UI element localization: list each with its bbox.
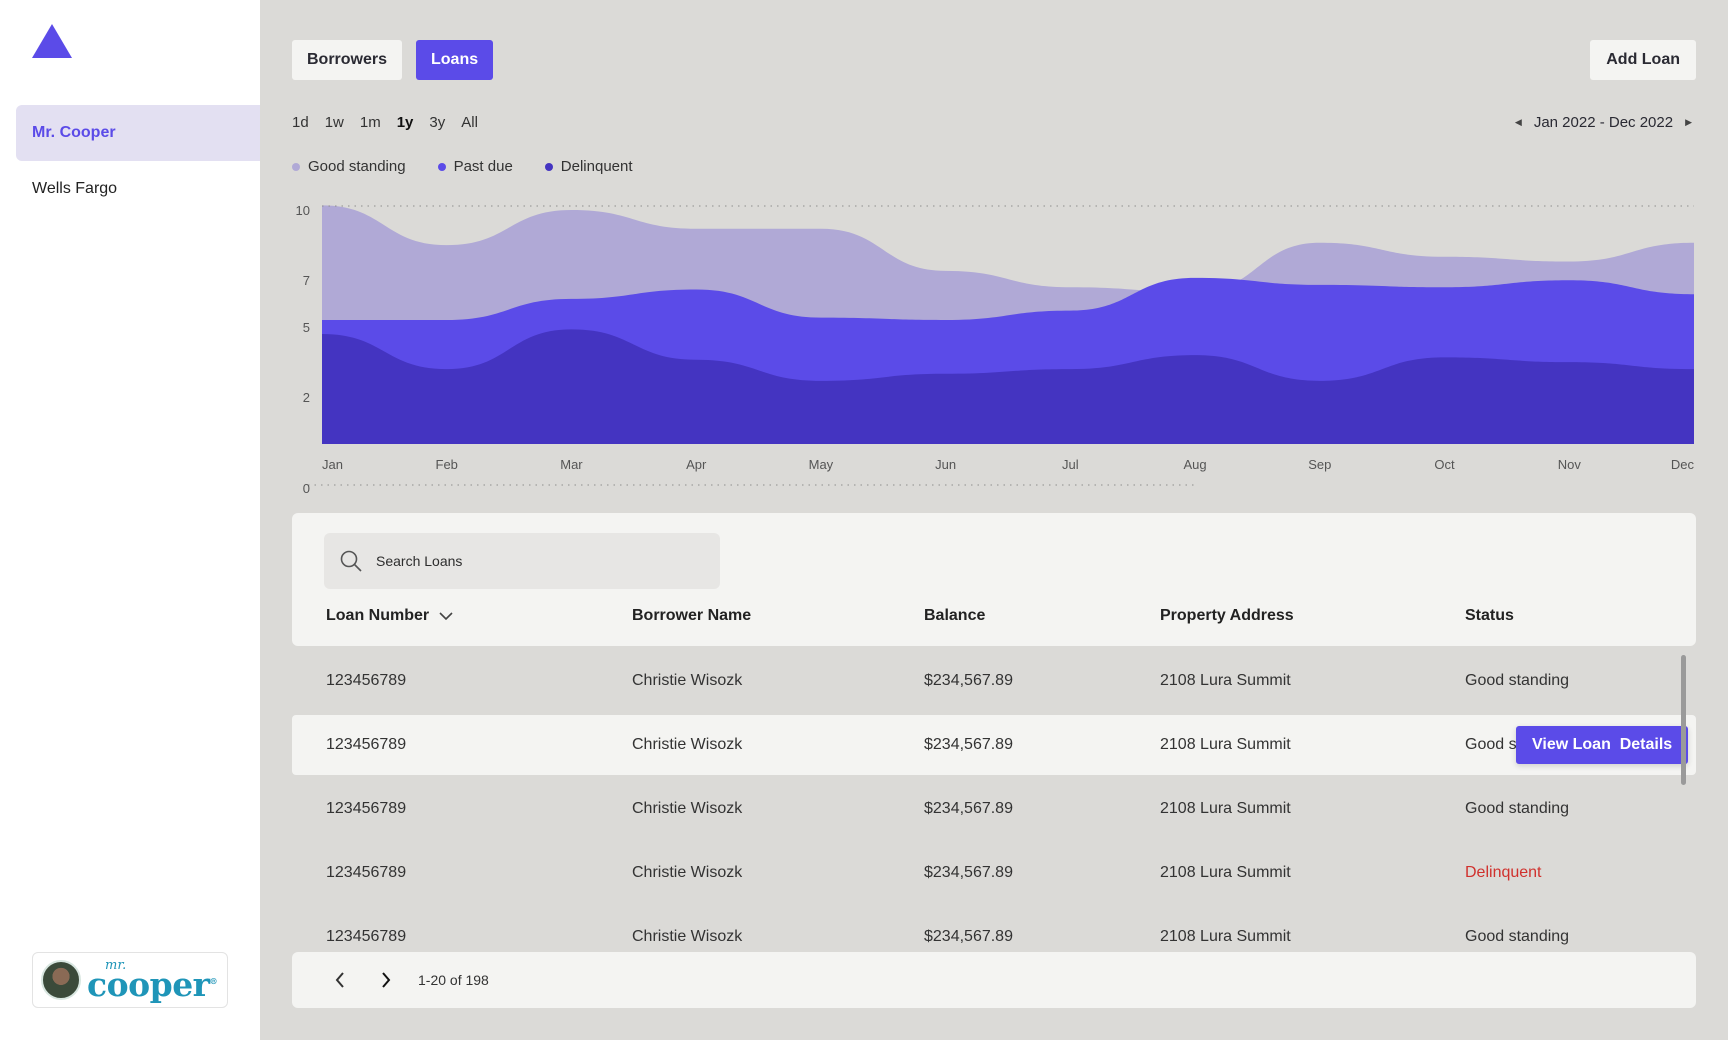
- table-row[interactable]: 123456789 Christie Wisozk $234,567.89 21…: [292, 715, 1696, 775]
- prev-page-button[interactable]: [326, 966, 354, 994]
- x-tick-label: Sep: [1308, 457, 1331, 472]
- range-1y[interactable]: 1y: [397, 114, 414, 131]
- column-header-balance[interactable]: Balance: [924, 607, 985, 625]
- cell-borrower-name: Christie Wisozk: [632, 864, 743, 881]
- x-tick-label: Feb: [436, 457, 458, 472]
- search-input[interactable]: [376, 553, 676, 569]
- prev-period-icon[interactable]: ◀: [1515, 117, 1522, 128]
- legend-label: Good standing: [308, 158, 406, 175]
- chevron-down-icon[interactable]: [439, 612, 453, 620]
- range-1d[interactable]: 1d: [292, 114, 309, 131]
- legend-delinquent[interactable]: Delinquent: [544, 158, 633, 175]
- x-tick-label: Dec: [1671, 457, 1695, 472]
- time-range-selector: 1d 1w 1m 1y 3y All: [292, 114, 478, 131]
- cell-status: Delinquent: [1465, 864, 1542, 881]
- cell-balance: $234,567.89: [924, 736, 1013, 753]
- range-1m[interactable]: 1m: [360, 114, 381, 131]
- pagination-label: 1-20 of 198: [418, 972, 489, 988]
- cell-property-address: 2108 Lura Summit: [1160, 672, 1291, 689]
- x-tick-label: Aug: [1184, 457, 1207, 472]
- cell-borrower-name: Christie Wisozk: [632, 672, 743, 689]
- table-row[interactable]: 123456789 Christie Wisozk $234,567.89 21…: [292, 779, 1696, 839]
- x-tick-label: Jan: [322, 457, 343, 472]
- pagination: 1-20 of 198: [292, 952, 1696, 1008]
- cell-balance: $234,567.89: [924, 864, 1013, 881]
- app-logo-icon[interactable]: [32, 24, 72, 58]
- add-loan-button[interactable]: Add Loan: [1590, 40, 1696, 80]
- column-header-borrower-name[interactable]: Borrower Name: [632, 607, 751, 625]
- legend-good-standing[interactable]: Good standing: [292, 158, 406, 175]
- view-loan-details-button[interactable]: View Loan Details: [1516, 726, 1689, 764]
- brand-registered: ®: [209, 976, 218, 986]
- x-tick-label: Apr: [686, 457, 707, 472]
- x-tick-label: Jun: [935, 457, 956, 472]
- y-tick-label: 7: [303, 273, 310, 288]
- date-range-nav: ◀ Jan 2022 - Dec 2022 ▶: [1515, 114, 1692, 131]
- table-row[interactable]: 123456789 Christie Wisozk $234,567.89 21…: [292, 651, 1696, 711]
- cell-loan-number: 123456789: [326, 736, 407, 753]
- cell-status: Good standing: [1465, 800, 1570, 817]
- sidebar-item-mr-cooper[interactable]: Mr. Cooper: [16, 105, 260, 161]
- avatar: [41, 960, 81, 1000]
- range-all[interactable]: All: [461, 114, 478, 131]
- brand-card[interactable]: mr. cooper®: [32, 952, 228, 1008]
- legend-dot-icon: [292, 162, 300, 171]
- search-icon: [340, 550, 362, 572]
- legend-label: Past due: [453, 158, 513, 175]
- chevron-right-icon: [382, 972, 391, 988]
- brand-cooper-text: cooper: [87, 965, 210, 1004]
- cell-property-address: 2108 Lura Summit: [1160, 864, 1291, 881]
- legend-past-due[interactable]: Past due: [437, 158, 513, 175]
- legend-label: Delinquent: [560, 158, 633, 175]
- loan-status-chart: 0 2 5 7 10 Jan Feb Mar Apr May Jun Jul Aug Sep Oct Nov D…: [296, 203, 1695, 496]
- cell-loan-number: 123456789: [326, 800, 407, 817]
- x-tick-label: Jul: [1062, 457, 1079, 472]
- legend-dot-icon: [437, 162, 446, 171]
- y-tick-label: 2: [303, 390, 310, 405]
- x-tick-label: Mar: [560, 457, 583, 472]
- date-range-label: Jan 2022 - Dec 2022: [1533, 114, 1674, 131]
- column-header-loan-number[interactable]: Loan Number: [326, 607, 453, 625]
- range-1w[interactable]: 1w: [325, 114, 344, 131]
- legend-dot-icon: [544, 162, 553, 171]
- table-row[interactable]: 123456789 Christie Wisozk $234,567.89 21…: [292, 843, 1696, 903]
- search-box[interactable]: [324, 533, 720, 589]
- range-3y[interactable]: 3y: [429, 114, 445, 131]
- cell-borrower-name: Christie Wisozk: [632, 736, 743, 753]
- sidebar-item-label: Mr. Cooper: [32, 124, 116, 141]
- cell-status: Good standing: [1465, 672, 1570, 689]
- brand-logo: mr. cooper®: [87, 959, 218, 1004]
- column-header-property-address[interactable]: Property Address: [1160, 607, 1294, 625]
- y-tick-label: 5: [303, 320, 310, 335]
- cell-loan-number: 123456789: [326, 672, 407, 689]
- loans-table-header: Loan Number Borrower Name Balance Proper…: [292, 513, 1696, 646]
- x-tick-label: Nov: [1558, 457, 1582, 472]
- tab-loans[interactable]: Loans: [416, 40, 494, 80]
- table-scrollbar[interactable]: [1681, 655, 1686, 785]
- cell-borrower-name: Christie Wisozk: [632, 800, 743, 817]
- sidebar-item-label: Wells Fargo: [32, 180, 118, 197]
- cell-status: Good s: [1465, 736, 1517, 753]
- sidebar-item-wells-fargo[interactable]: Wells Fargo: [16, 161, 260, 217]
- cell-loan-number: 123456789: [326, 864, 407, 881]
- y-tick-label: 10: [296, 203, 310, 218]
- next-page-button[interactable]: [372, 966, 400, 994]
- x-tick-label: May: [809, 457, 834, 472]
- cell-property-address: 2108 Lura Summit: [1160, 800, 1291, 817]
- cell-property-address: 2108 Lura Summit: [1160, 736, 1291, 753]
- chart-legend: Good standing Past due Delinquent: [292, 158, 633, 175]
- sidebar: Mr. Cooper Wells Fargo mr. cooper®: [0, 0, 260, 1040]
- x-tick-label: Oct: [1434, 457, 1455, 472]
- brand-cooper: cooper®: [87, 965, 218, 1004]
- chevron-left-icon: [335, 972, 344, 988]
- tab-borrowers[interactable]: Borrowers: [292, 40, 403, 80]
- column-label: Loan Number: [326, 607, 430, 624]
- column-header-status[interactable]: Status: [1465, 607, 1514, 625]
- cell-balance: $234,567.89: [924, 672, 1013, 689]
- cell-balance: $234,567.89: [924, 800, 1013, 817]
- next-period-icon[interactable]: ▶: [1685, 117, 1692, 128]
- y-tick-label: 0: [303, 481, 310, 496]
